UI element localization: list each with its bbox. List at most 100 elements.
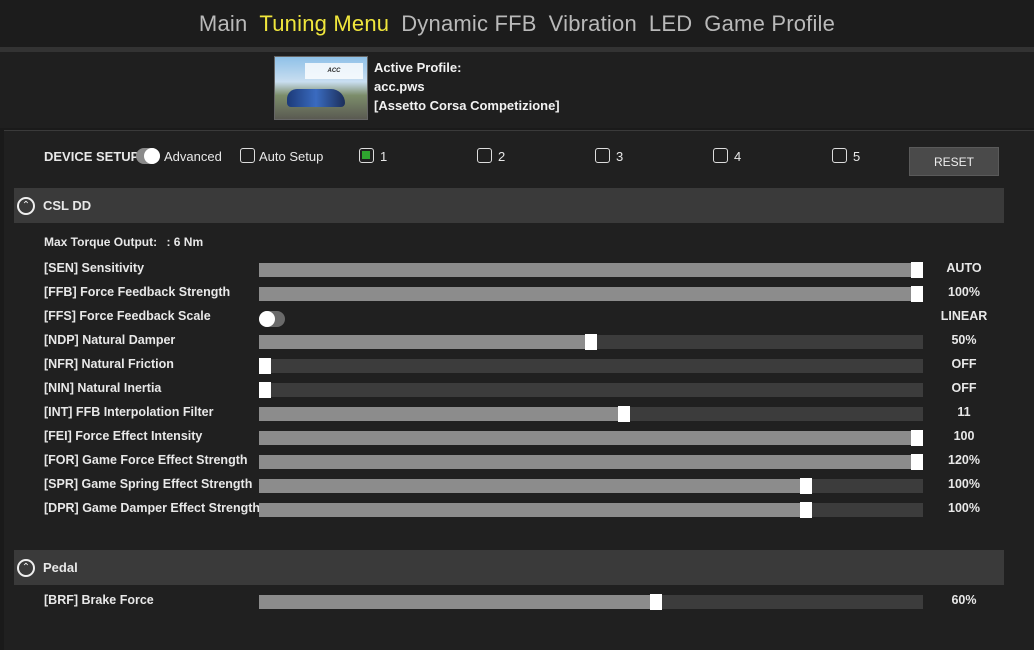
param-value: OFF bbox=[951, 357, 977, 371]
slot-2-label: 2 bbox=[498, 149, 506, 164]
slider-track[interactable] bbox=[259, 286, 923, 302]
tuning-panel: DEVICE SETUP: Advanced Auto Setup 1 2 3 … bbox=[4, 130, 1034, 650]
param-label: [DPR] Game Damper Effect Strength bbox=[44, 501, 261, 515]
slider-thumb[interactable] bbox=[259, 358, 271, 374]
param-row-force-effect-intensity: [FEI] Force Effect Intensity 100 bbox=[4, 427, 1034, 447]
param-value: 120% bbox=[948, 453, 980, 467]
profile-game: [Assetto Corsa Competizione] bbox=[374, 98, 560, 113]
device-setup-row: DEVICE SETUP: Advanced Auto Setup 1 2 3 … bbox=[4, 147, 1034, 177]
param-row-natural-friction: [NFR] Natural Friction OFF bbox=[4, 355, 1034, 375]
slider-track[interactable] bbox=[259, 430, 923, 446]
param-value: 100% bbox=[948, 285, 980, 299]
csl-dd-title: CSL DD bbox=[43, 198, 92, 213]
slot-5-checkbox[interactable] bbox=[832, 148, 847, 163]
param-value: OFF bbox=[951, 381, 977, 395]
param-label: [SPR] Game Spring Effect Strength bbox=[44, 477, 253, 491]
slider-thumb[interactable] bbox=[911, 454, 923, 470]
pedal-section-header[interactable]: ⌃ Pedal bbox=[14, 550, 1004, 585]
slider-track[interactable] bbox=[259, 334, 923, 350]
slot-4-checkbox[interactable] bbox=[713, 148, 728, 163]
slot-2-checkbox[interactable] bbox=[477, 148, 492, 163]
slider-track[interactable] bbox=[259, 358, 923, 374]
slot-4-label: 4 bbox=[734, 149, 742, 164]
tab-game-profile[interactable]: Game Profile bbox=[704, 11, 835, 37]
top-nav: Main Tuning Menu Dynamic FFB Vibration L… bbox=[0, 0, 1034, 48]
slider-fill bbox=[259, 407, 624, 421]
param-value: 11 bbox=[957, 405, 971, 419]
slider-fill bbox=[259, 455, 917, 469]
param-label: [NDP] Natural Damper bbox=[44, 333, 176, 347]
param-label: [NIN] Natural Inertia bbox=[44, 381, 162, 395]
tab-led[interactable]: LED bbox=[649, 11, 692, 37]
profile-info: Active Profile: acc.pws [Assetto Corsa C… bbox=[374, 58, 560, 115]
param-value: LINEAR bbox=[940, 309, 988, 323]
profile-header: ACC Active Profile: acc.pws [Assetto Cor… bbox=[0, 52, 1034, 128]
param-label: [FOR] Game Force Effect Strength bbox=[44, 453, 248, 467]
slider-thumb[interactable] bbox=[800, 502, 812, 518]
max-torque-line: Max Torque Output: : 6 Nm bbox=[44, 235, 203, 249]
slider-fill bbox=[259, 263, 917, 277]
slider-fill bbox=[259, 287, 917, 301]
game-logo-icon: ACC bbox=[305, 63, 363, 79]
slider-fill bbox=[259, 431, 917, 445]
advanced-toggle[interactable] bbox=[136, 148, 160, 164]
slider-fill bbox=[259, 479, 806, 493]
game-thumbnail-image: ACC bbox=[274, 56, 368, 120]
slider-track[interactable] bbox=[259, 594, 923, 610]
slider-fill bbox=[259, 503, 806, 517]
slider-track[interactable] bbox=[259, 382, 923, 398]
param-row-force-feedback-scale: [FFS] Force Feedback Scale LINEAR bbox=[4, 307, 1034, 327]
tab-dynamic-ffb[interactable]: Dynamic FFB bbox=[401, 11, 536, 37]
slider-thumb[interactable] bbox=[911, 286, 923, 302]
tab-tuning-menu[interactable]: Tuning Menu bbox=[259, 11, 389, 37]
slider-track[interactable] bbox=[259, 502, 923, 518]
chevron-up-icon[interactable]: ⌃ bbox=[17, 558, 35, 577]
slot-3-checkbox[interactable] bbox=[595, 148, 610, 163]
param-label: [BRF] Brake Force bbox=[44, 593, 154, 607]
param-value: 100% bbox=[948, 477, 980, 491]
slider-track[interactable] bbox=[259, 262, 923, 278]
param-value: AUTO bbox=[946, 261, 982, 275]
param-value: 50% bbox=[951, 333, 977, 347]
slider-fill bbox=[259, 595, 656, 609]
slider-thumb[interactable] bbox=[585, 334, 597, 350]
param-row-force-feedback-strength: [FFB] Force Feedback Strength 100% bbox=[4, 283, 1034, 303]
slider-thumb[interactable] bbox=[618, 406, 630, 422]
slot-3-label: 3 bbox=[616, 149, 624, 164]
param-value: 100% bbox=[948, 501, 980, 515]
slider-thumb[interactable] bbox=[800, 478, 812, 494]
param-label: [INT] FFB Interpolation Filter bbox=[44, 405, 214, 419]
slot-5-label: 5 bbox=[853, 149, 861, 164]
tab-main[interactable]: Main bbox=[199, 11, 248, 37]
race-car-icon bbox=[287, 89, 345, 107]
chevron-up-icon[interactable]: ⌃ bbox=[17, 196, 35, 215]
param-row-natural-damper: [NDP] Natural Damper 50% bbox=[4, 331, 1034, 351]
param-label: [FFB] Force Feedback Strength bbox=[44, 285, 231, 299]
param-row-natural-inertia: [NIN] Natural Inertia OFF bbox=[4, 379, 1034, 399]
ffs-toggle[interactable] bbox=[259, 311, 285, 327]
param-label: [NFR] Natural Friction bbox=[44, 357, 174, 371]
auto-setup-label: Auto Setup bbox=[259, 149, 324, 164]
slider-fill bbox=[259, 335, 591, 349]
slot-1-label: 1 bbox=[380, 149, 388, 164]
param-value: 100 bbox=[953, 429, 975, 443]
csl-dd-section-header[interactable]: ⌃ CSL DD bbox=[14, 188, 1004, 223]
max-torque-value: : 6 Nm bbox=[166, 235, 204, 249]
slider-track[interactable] bbox=[259, 478, 923, 494]
param-label: [SEN] Sensitivity bbox=[44, 261, 145, 275]
param-row-ffb-interpolation-filter: [INT] FFB Interpolation Filter 11 bbox=[4, 403, 1034, 423]
device-setup-label: DEVICE SETUP: bbox=[44, 149, 144, 164]
param-row-game-damper-effect-strength: [DPR] Game Damper Effect Strength 100% bbox=[4, 499, 1034, 519]
slider-track[interactable] bbox=[259, 454, 923, 470]
slot-1-checkbox[interactable] bbox=[359, 148, 374, 163]
slider-thumb[interactable] bbox=[259, 382, 271, 398]
slider-thumb[interactable] bbox=[911, 262, 923, 278]
slider-track[interactable] bbox=[259, 406, 923, 422]
slider-thumb[interactable] bbox=[650, 594, 662, 610]
tab-vibration[interactable]: Vibration bbox=[549, 11, 637, 37]
max-torque-label: Max Torque Output: bbox=[44, 235, 158, 249]
reset-button[interactable]: RESET bbox=[909, 147, 999, 176]
slider-thumb[interactable] bbox=[911, 430, 923, 446]
auto-setup-checkbox[interactable] bbox=[240, 148, 255, 163]
advanced-label: Advanced bbox=[164, 149, 222, 164]
